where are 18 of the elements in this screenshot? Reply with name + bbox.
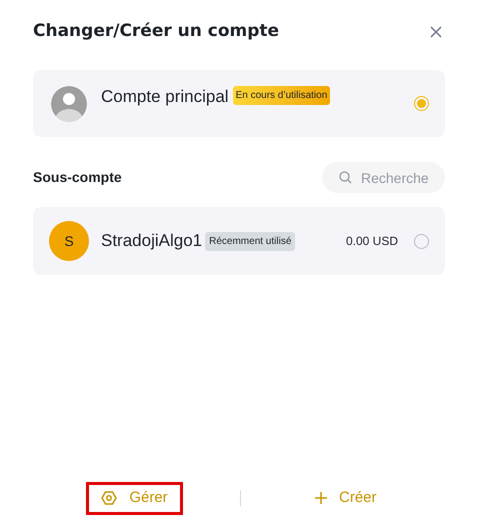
account-card[interactable]: S StradojiAlgo1 Récemment utilisé 0.00 USD bbox=[33, 207, 445, 275]
avatar-icon bbox=[51, 86, 87, 122]
account-name: StradojiAlgo1 bbox=[101, 230, 202, 252]
plus-icon bbox=[315, 492, 327, 504]
hexagon-icon bbox=[101, 490, 118, 506]
account-name: Compte principal bbox=[101, 86, 229, 108]
close-icon[interactable] bbox=[430, 26, 442, 38]
radio-button[interactable] bbox=[414, 96, 429, 111]
search-icon bbox=[339, 171, 352, 184]
status-badge: Récemment utilisé bbox=[205, 232, 296, 250]
avatar: S bbox=[49, 221, 89, 261]
search-field[interactable]: Recherche bbox=[322, 162, 445, 193]
dialog-title: Changer/Créer un compte bbox=[33, 20, 280, 44]
account-card[interactable]: Compte principal En cours d’utilisation bbox=[33, 70, 445, 137]
section-heading: Sous-compte bbox=[33, 168, 122, 187]
radio-button[interactable] bbox=[414, 234, 429, 248]
status-badge: En cours d’utilisation bbox=[232, 86, 330, 105]
balance-text: 0.00 USD bbox=[346, 233, 398, 250]
